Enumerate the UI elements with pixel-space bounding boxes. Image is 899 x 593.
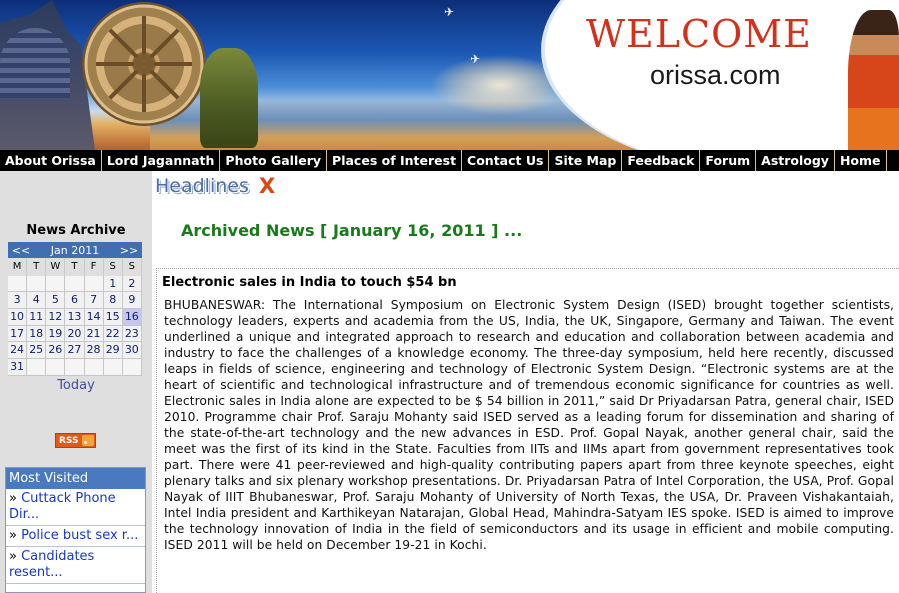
most-visited-box: Most Visited » Cuttack Phone Dir... » Po… [5,467,146,593]
list-item: » Candidates resent... [6,547,145,584]
rss-label: RSS [59,435,79,446]
headlines-logo-mark: X [259,174,276,198]
calendar-day[interactable]: 29 [103,342,123,360]
calendar-next-button[interactable]: >> [116,244,142,257]
list-bullet: » [9,528,22,543]
calendar-day[interactable]: 1 [103,275,123,293]
nav-lord-jagannath[interactable]: Lord Jagannath [102,150,221,171]
dancer-image [848,10,899,150]
calendar-day[interactable]: 30 [122,342,142,360]
calendar-weekday-label: S [122,259,142,276]
headlines-logo-text: Headlines [155,175,249,197]
calendar-day[interactable]: 4 [27,292,47,310]
headlines-logo: Headlines X [155,174,285,199]
calendar-day[interactable]: 6 [65,292,85,310]
site-domain: orissa.com [650,60,781,90]
nav-places-of-interest[interactable]: Places of Interest [327,150,463,171]
calendar-weekday-label: T [27,259,47,276]
calendar-day[interactable]: 15 [103,309,123,326]
calendar-day[interactable]: 17 [8,325,28,343]
article-title: Electronic sales in India to touch $54 b… [162,275,457,290]
list-item: » Police bust sex r... [6,526,145,547]
calendar-day[interactable]: 19 [46,325,66,343]
calendar-weekday-label: T [65,259,85,276]
calendar-empty-cell [27,359,47,376]
calendar-empty-cell [84,359,104,376]
calendar-day[interactable]: 21 [84,325,104,343]
calendar-month-label: Jan 2011 [50,243,100,257]
calendar-day[interactable]: 12 [46,309,66,326]
calendar-empty-cell [46,359,66,376]
calendar-weekday-label: S [103,259,123,276]
most-visited-link[interactable]: Cuttack Phone Dir... [9,491,116,522]
nav-contact-us[interactable]: Contact Us [462,150,550,171]
welcome-title: WELCOME [586,12,812,56]
calendar-day[interactable]: 24 [8,342,28,360]
calendar-day[interactable]: 13 [65,309,85,326]
main-nav: About Orissa Lord Jagannath Photo Galler… [0,150,899,171]
calendar-day[interactable]: 5 [46,292,66,310]
nav-photo-gallery[interactable]: Photo Gallery [220,150,328,171]
calendar-header: << Jan 2011 >> [8,242,142,258]
today-link[interactable]: Today [0,378,152,393]
calendar-empty-cell [46,275,66,293]
calendar-day[interactable]: 3 [8,292,28,310]
calendar-weekday-label: M [8,259,28,276]
calendar-day[interactable]: 23 [122,325,142,343]
list-bullet: » [9,491,22,506]
article-body: BHUBANESWAR: The International Symposium… [164,298,894,552]
konark-wheel-image [82,2,206,126]
bird-icon: ✈ [444,5,455,19]
nav-home[interactable]: Home [835,150,887,171]
list-bullet: » [9,549,22,564]
nav-forum[interactable]: Forum [700,150,757,171]
calendar-day[interactable]: 7 [84,292,104,310]
sidebar: News Archive << Jan 2011 >> MTWTFSS12345… [0,171,152,593]
calendar-day[interactable]: 9 [122,292,142,310]
nav-about-orissa[interactable]: About Orissa [0,150,102,171]
calendar-prev-button[interactable]: << [8,244,34,257]
calendar-day[interactable]: 8 [103,292,123,310]
calendar-day[interactable]: 28 [84,342,104,360]
site-banner: ✈ ✈ WELCOME orissa.com [0,0,899,150]
nav-site-map[interactable]: Site Map [549,150,623,171]
bird-icon: ✈ [470,52,481,66]
calendar-day[interactable]: 20 [65,325,85,343]
archive-heading: Archived News [ January 16, 2011 ] ... [181,221,523,240]
news-archive-title: News Archive [26,223,126,238]
calendar-grid: M T W T F S S 1 2 3 4 5 6 7 8 9 10 11 12 13 14 15 16 17 18 19 20 21… [8,259,142,376]
list-item: » Cuttack Phone Dir... [6,489,145,526]
rss-feed-icon [81,435,94,446]
calendar-empty-cell [122,359,142,376]
calendar-empty-cell [65,359,85,376]
calendar-day[interactable]: 25 [27,342,47,360]
most-visited-title: Most Visited [6,468,145,489]
calendar-empty-cell [8,275,28,293]
most-visited-link[interactable]: Police bust sex r... [21,528,138,543]
calendar-day[interactable]: 10 [8,309,28,326]
calendar-day[interactable]: 18 [27,325,47,343]
calendar-empty-cell [84,275,104,293]
calendar-empty-cell [65,275,85,293]
calendar-weekday-label: W [46,259,66,276]
calendar-day[interactable]: 14 [84,309,104,326]
calendar-weekday-label: F [84,259,104,276]
calendar-empty-cell [27,275,47,293]
article: Electronic sales in India to touch $54 b… [156,268,899,593]
most-visited-link[interactable]: Candidates resent... [9,549,94,580]
nav-astrology[interactable]: Astrology [756,150,835,171]
nav-feedback[interactable]: Feedback [622,150,701,171]
temple-dome-image [0,28,70,98]
rss-button[interactable]: RSS [55,433,96,448]
calendar-day[interactable]: 27 [65,342,85,360]
calendar-day[interactable]: 2 [122,275,142,293]
calendar-day[interactable]: 22 [103,325,123,343]
calendar-empty-cell [103,359,123,376]
statue-image [200,48,258,148]
calendar-day[interactable]: 16 [122,309,142,326]
calendar-day[interactable]: 31 [8,359,28,376]
calendar-day[interactable]: 11 [27,309,47,326]
calendar-day[interactable]: 26 [46,342,66,360]
